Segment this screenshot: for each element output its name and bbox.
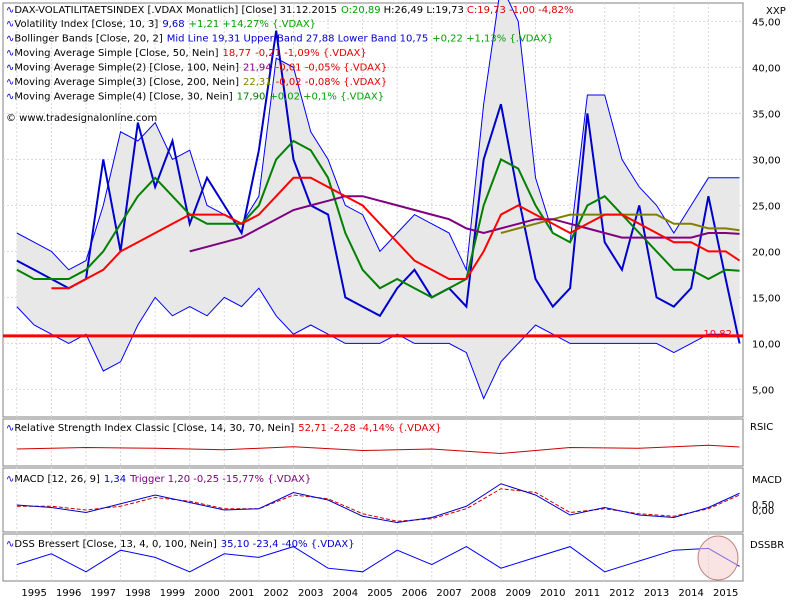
legend-change: +1,21 +14,27% {.VDAX} <box>189 19 316 30</box>
indicator-check-icon[interactable]: ∿ <box>6 19 14 30</box>
indicator-check-icon[interactable]: ∿ <box>6 423 14 434</box>
legend-change: +0,02 +0,1% {.VDAX} <box>269 92 384 103</box>
indicator-check-icon[interactable]: ∿ <box>6 48 14 59</box>
legend-item[interactable]: ∿Moving Average Simple(2) [Close, 100, N… <box>6 63 387 74</box>
legend-value: 21,94 <box>243 63 272 74</box>
legend-value: Mid Line 19,31 Upper Band 27,88 Lower Ba… <box>167 34 429 45</box>
symbol-label: XXP <box>766 6 786 17</box>
main-close: C:19,73 -1,00 -4,82% <box>467 5 574 16</box>
macd-legend: ∿MACD [12, 26, 9] 1,34 Trigger 1,20 -0,25 … <box>6 474 311 485</box>
y-tick-label: 35,00 <box>752 109 781 120</box>
x-tick-label: 2011 <box>575 588 600 599</box>
x-tick-label: 2005 <box>367 588 392 599</box>
indicator-check-icon[interactable]: ∿ <box>6 539 14 550</box>
y-tick-label: 15,00 <box>752 293 781 304</box>
main-title-line: ∿DAX-VOLATILITAETSINDEX [.VDAX Monatlich… <box>6 5 574 16</box>
x-tick-label: 2000 <box>194 588 219 599</box>
y-tick-label: 45,00 <box>752 17 781 28</box>
x-tick-label: 2012 <box>609 588 634 599</box>
legend-change: -0,01 -0,05% {.VDAX} <box>276 63 388 74</box>
legend-change: +0,22 +1,13% {.VDAX} <box>432 34 553 45</box>
macd-value: 1,34 <box>104 474 126 485</box>
copyright: © www.tradesignalonline.com <box>6 113 157 124</box>
x-tick-label: 2001 <box>229 588 254 599</box>
x-tick-label: 2008 <box>471 588 496 599</box>
legend-value: 22,31 <box>243 77 272 88</box>
macd-name: MACD [12, 26, 9] <box>14 474 100 485</box>
x-tick-label: 1999 <box>160 588 185 599</box>
x-tick-label: 1995 <box>21 588 46 599</box>
y-tick-label: 5,00 <box>752 385 774 396</box>
hline-label: 10,82 <box>703 329 732 340</box>
x-tick-label: 2009 <box>506 588 531 599</box>
legend-item[interactable]: ∿Bollinger Bands [Close, 20, 2] Mid Line … <box>6 34 553 45</box>
x-tick-label: 2004 <box>333 588 358 599</box>
y-tick-label: 30,00 <box>752 155 781 166</box>
legend-value: 17,90 <box>237 92 266 103</box>
indicator-check-icon[interactable]: ∿ <box>6 5 14 16</box>
main-title: DAX-VOLATILITAETSINDEX [.VDAX Monatlich]… <box>14 5 337 16</box>
indicator-check-icon[interactable]: ∿ <box>6 77 14 88</box>
x-axis: 1995 1996 1997 1998 1999 2000 2001 2002 2003 2004… <box>21 588 738 599</box>
indicator-check-icon[interactable]: ∿ <box>6 474 14 485</box>
x-tick-label: 2010 <box>540 588 565 599</box>
y-tick-label: 10,00 <box>752 339 781 350</box>
y-tick-label: 25,00 <box>752 201 781 212</box>
macd-axis-label: MACD <box>752 475 782 486</box>
legend-value: 18,77 <box>223 48 252 59</box>
rsi-value: 52,71 -2,28 -4,14% {.VDAX} <box>298 423 441 434</box>
x-tick-label: 2014 <box>678 588 703 599</box>
legend-label: Moving Average Simple(4) [Close, 30, Nei… <box>14 92 232 103</box>
dss-axis-label: DSSBR <box>750 540 784 551</box>
dss-value: 35,10 -23,4 -40% {.VDAX} <box>221 539 355 550</box>
x-tick-label: 2006 <box>402 588 427 599</box>
y-tick-label: 40,00 <box>752 63 781 74</box>
macd-y-tick-label: 0,00 <box>752 506 774 517</box>
legend-item[interactable]: ∿Moving Average Simple [Close, 50, Nein]… <box>6 48 367 59</box>
legend-label: Moving Average Simple(3) [Close, 200, Ne… <box>14 77 239 88</box>
x-tick-label: 2003 <box>298 588 323 599</box>
x-tick-label: 1998 <box>125 588 150 599</box>
x-tick-label: 1996 <box>56 588 81 599</box>
legend-item[interactable]: ∿Moving Average Simple(3) [Close, 200, N… <box>6 77 387 88</box>
main-open: O:20,89 <box>341 5 381 16</box>
rsi-axis-label: RSIC <box>750 422 773 433</box>
legend-change: -0,21 -1,09% {.VDAX} <box>255 48 367 59</box>
highlight-ellipse <box>697 535 739 581</box>
x-tick-label: 2002 <box>263 588 288 599</box>
legend-label: Volatility Index [Close, 10, 3] <box>14 19 158 30</box>
chart-canvas: 45,00 40,00 35,00 30,00 25,00 20,00 15,00 10,00… <box>0 0 800 600</box>
dss-legend: ∿DSS Bressert [Close, 13, 4, 0, 100, Nei… <box>6 539 355 550</box>
legend-value: 9,68 <box>162 19 184 30</box>
legend-label: Moving Average Simple [Close, 50, Nein] <box>14 48 218 59</box>
indicator-check-icon[interactable]: ∿ <box>6 34 14 45</box>
legend-label: Bollinger Bands [Close, 20, 2] <box>14 34 162 45</box>
x-tick-label: 1997 <box>91 588 116 599</box>
rsi-name: Relative Strength Index Classic [Close, … <box>14 423 294 434</box>
y-tick-label: 20,00 <box>752 247 781 258</box>
x-tick-label: 2013 <box>644 588 669 599</box>
legend-change: -0,02 -0,08% {.VDAX} <box>276 77 388 88</box>
legend-label: Moving Average Simple(2) [Close, 100, Ne… <box>14 63 239 74</box>
rsi-legend: ∿Relative Strength Index Classic [Close,… <box>6 423 442 434</box>
x-tick-label: 2007 <box>436 588 461 599</box>
main-high-low: H:26,49 L:19,73 <box>384 5 464 16</box>
x-tick-label: 2015 <box>713 588 738 599</box>
macd-trigger: Trigger 1,20 -0,25 -15,77% {.VDAX} <box>129 474 311 485</box>
indicator-check-icon[interactable]: ∿ <box>6 63 14 74</box>
indicator-check-icon[interactable]: ∿ <box>6 92 14 103</box>
dss-name: DSS Bressert [Close, 13, 4, 0, 100, Nein… <box>14 539 216 550</box>
legend-item[interactable]: ∿Moving Average Simple(4) [Close, 30, Ne… <box>6 92 384 103</box>
